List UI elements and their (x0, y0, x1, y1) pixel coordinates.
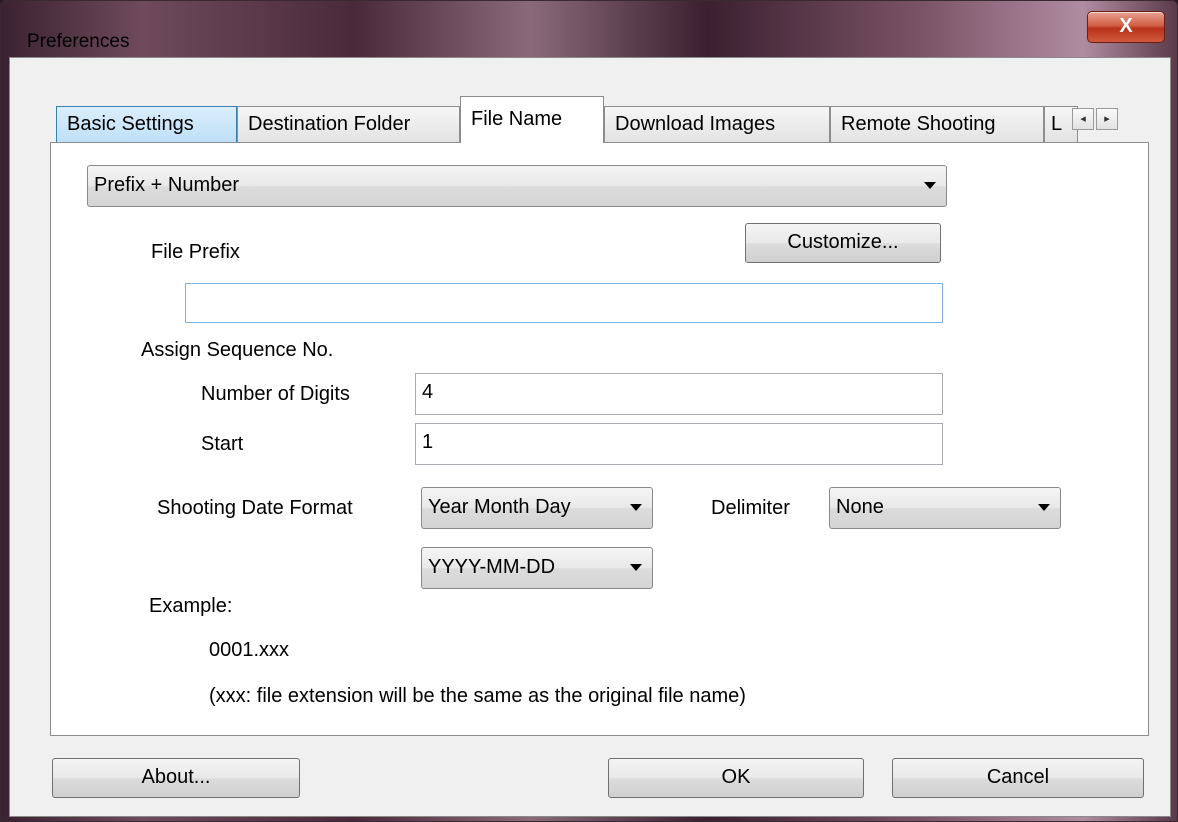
tab-remote-shooting[interactable]: Remote Shooting (830, 106, 1044, 142)
date-order-select[interactable]: Year Month Day (421, 487, 653, 529)
chevron-down-icon (630, 504, 642, 511)
customize-label: Customize... (787, 231, 899, 253)
number-of-digits-label: Number of Digits (201, 383, 350, 405)
tab-label: Destination Folder (248, 113, 411, 135)
date-pattern-value: YYYY-MM-DD (428, 556, 556, 578)
shooting-date-format-label: Shooting Date Format (157, 497, 353, 519)
chevron-down-icon (924, 182, 936, 189)
assign-sequence-label: Assign Sequence No. (141, 339, 334, 361)
delimiter-label: Delimiter (711, 497, 790, 519)
example-label: Example: (149, 595, 233, 617)
tab-destination-folder[interactable]: Destination Folder (237, 106, 460, 142)
tab-scroll-right-icon[interactable]: ▸ (1096, 108, 1118, 130)
number-of-digits-field[interactable]: 4 (415, 373, 943, 415)
ok-label: OK (721, 766, 751, 788)
title-bar[interactable]: Preferences X (1, 1, 1178, 59)
example-value: 0001.xxx (209, 639, 290, 661)
number-of-digits-value: 4 (422, 381, 434, 403)
date-pattern-select[interactable]: YYYY-MM-DD (421, 547, 653, 589)
tab-strip: Basic Settings Destination Folder File N… (56, 96, 1156, 143)
cancel-label: Cancel (986, 766, 1050, 788)
naming-format-value: Prefix + Number (94, 174, 240, 196)
chevron-down-icon (1038, 504, 1050, 511)
arrow-right-icon: ▸ (1104, 113, 1110, 125)
dialog-body: Basic Settings Destination Folder File N… (9, 57, 1171, 817)
start-label: Start (201, 433, 244, 455)
preferences-window: Preferences X Basic Settings Destination… (0, 0, 1178, 822)
tab-label: Download Images (615, 113, 776, 135)
file-prefix-input[interactable] (185, 283, 943, 323)
tab-download-images[interactable]: Download Images (604, 106, 830, 142)
close-button[interactable]: X (1087, 11, 1165, 43)
tab-scroll-left-icon[interactable]: ◂ (1072, 108, 1094, 130)
chevron-down-icon (630, 564, 642, 571)
about-label: About... (141, 766, 211, 788)
delimiter-value: None (836, 496, 884, 518)
tab-label: Remote Shooting (841, 113, 996, 135)
delimiter-select[interactable]: None (829, 487, 1061, 529)
tab-label: L (1051, 113, 1063, 135)
tab-label: File Name (471, 108, 563, 130)
start-number-value: 1 (422, 431, 434, 453)
tab-basic-settings[interactable]: Basic Settings (56, 106, 237, 142)
tab-label: Basic Settings (67, 113, 194, 135)
arrow-left-icon: ◂ (1080, 113, 1086, 125)
customize-button[interactable]: Customize... (745, 223, 941, 263)
close-icon: X (1119, 15, 1133, 37)
naming-format-select[interactable]: Prefix + Number (87, 165, 947, 207)
start-number-field[interactable]: 1 (415, 423, 943, 465)
window-title: Preferences (27, 31, 130, 52)
date-order-value: Year Month Day (428, 496, 571, 518)
file-name-panel: Prefix + Number File Prefix Customize...… (50, 142, 1149, 736)
about-button[interactable]: About... (52, 758, 300, 798)
ok-button[interactable]: OK (608, 758, 864, 798)
file-prefix-label: File Prefix (151, 241, 240, 263)
cancel-button[interactable]: Cancel (892, 758, 1144, 798)
example-note: (xxx: file extension will be the same as… (209, 685, 746, 707)
tab-file-name[interactable]: File Name (460, 96, 604, 143)
